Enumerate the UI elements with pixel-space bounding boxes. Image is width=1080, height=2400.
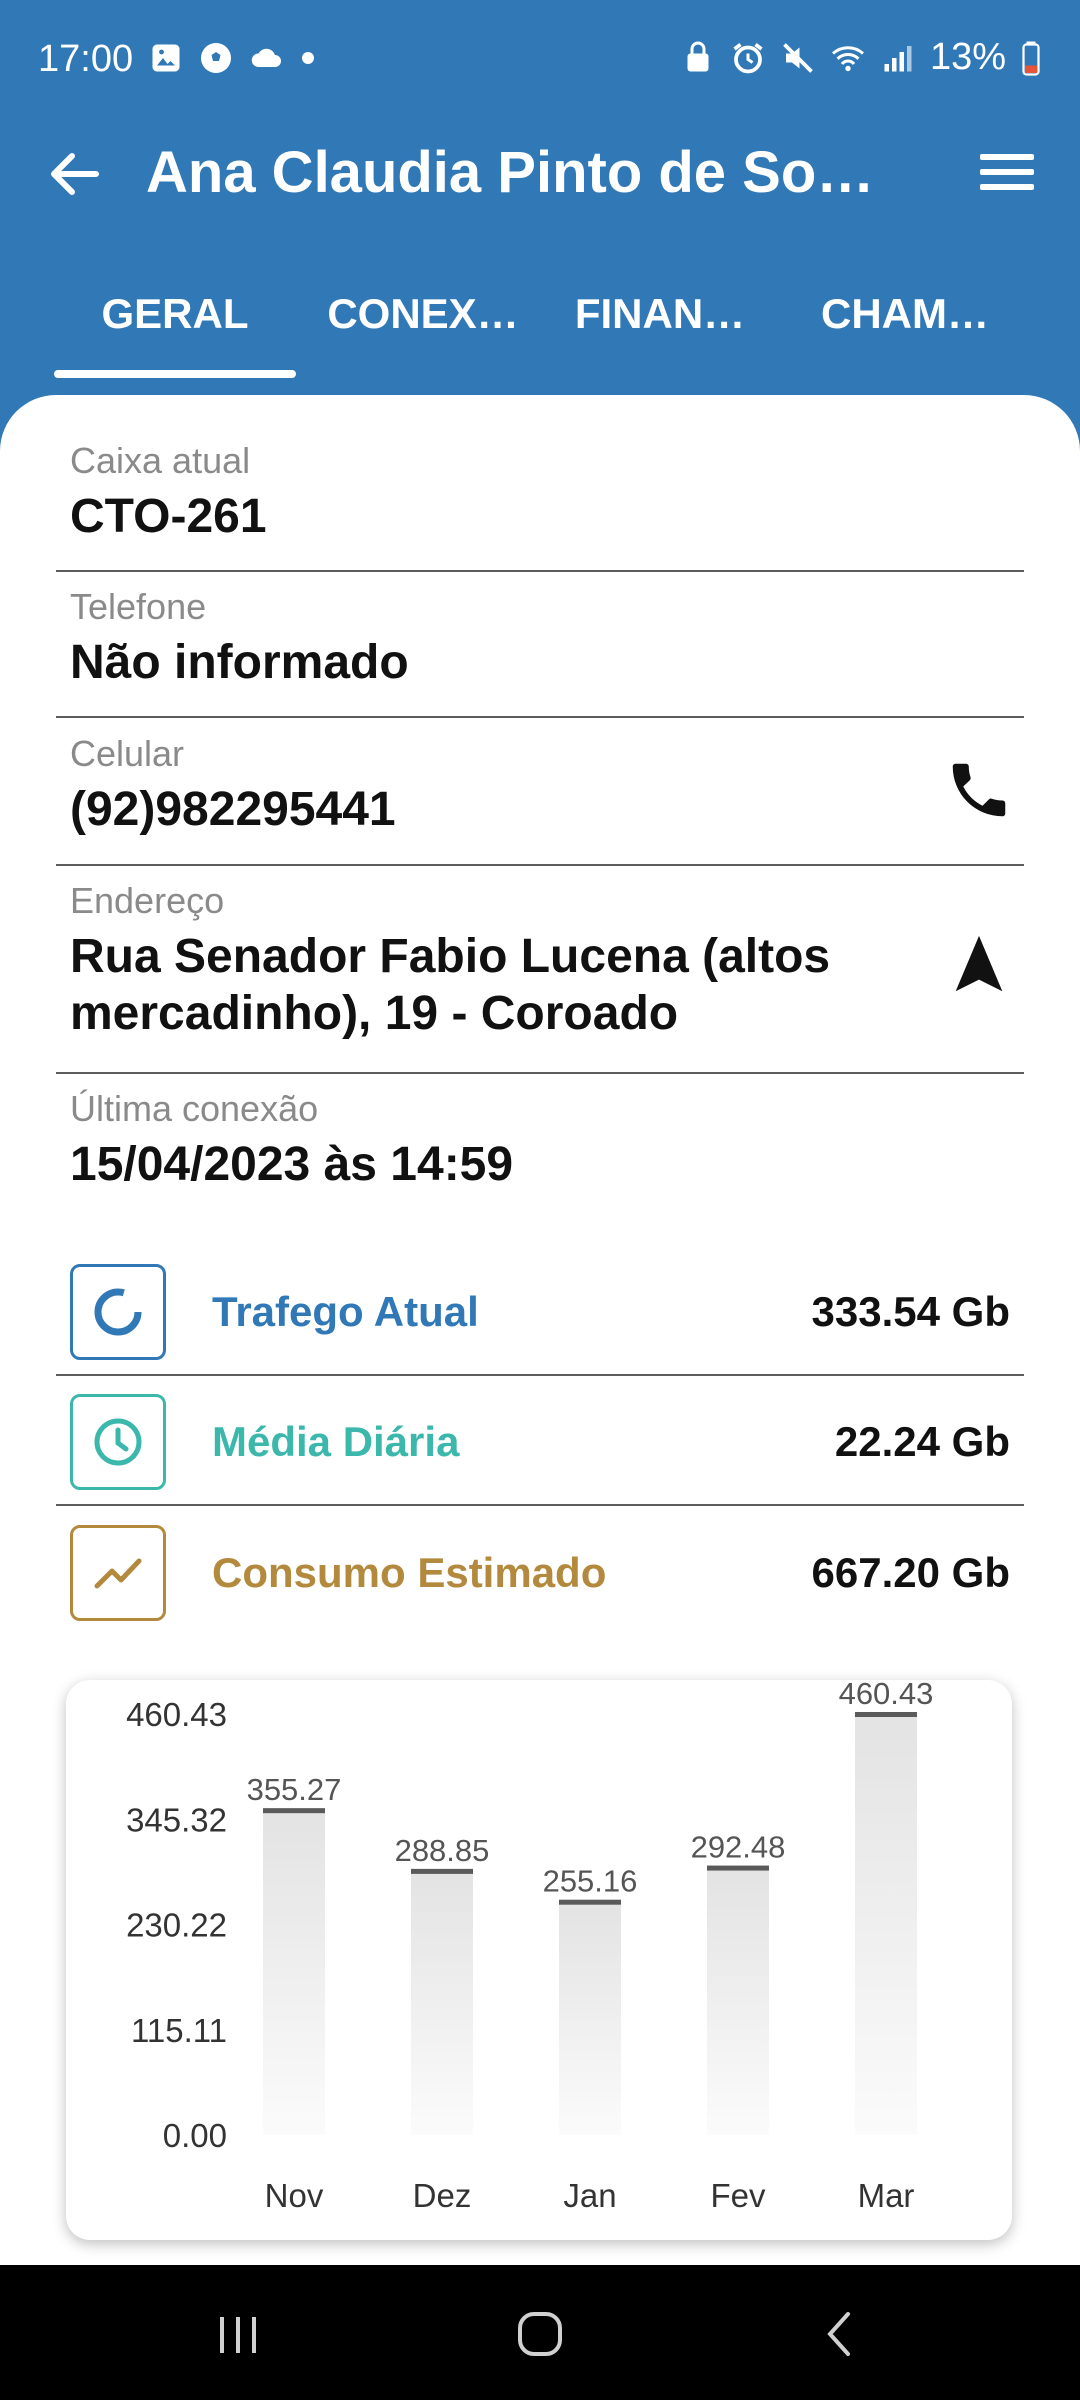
data-label: 288.85	[395, 1833, 490, 1868]
stat-media-diaria: Média Diária 22.24 Gb	[56, 1376, 1024, 1506]
bar-nov	[263, 1810, 325, 2135]
field-label: Última conexão	[70, 1088, 319, 1129]
soccer-ball-icon	[201, 43, 231, 73]
y-tick-label: 0.00	[163, 2117, 227, 2154]
trending-line-icon	[70, 1525, 166, 1621]
field-label: Celular	[70, 733, 185, 774]
donut-chart-icon	[70, 1264, 166, 1360]
bar-cap-mar	[855, 1712, 917, 1717]
y-tick-label: 115.11	[131, 2012, 227, 2049]
field-endereco: Endereço Rua Senador Fabio Lucena (altos…	[56, 880, 1024, 1074]
field-value: (92)982295441	[70, 783, 396, 836]
field-telefone: Telefone Não informado	[56, 586, 1024, 718]
stat-label: Trafego Atual	[212, 1288, 479, 1335]
arrow-left-icon[interactable]	[40, 144, 110, 204]
data-label: 255.16	[543, 1864, 638, 1899]
field-label: Caixa atual	[70, 440, 251, 481]
y-tick-label: 345.32	[126, 1801, 227, 1838]
bar-cap-fev	[707, 1865, 769, 1871]
bar-mar	[855, 1714, 917, 2135]
bar-cap-dez	[411, 1868, 473, 1874]
field-value: Não informado	[70, 636, 409, 689]
tab-financeiro[interactable]: FINAN…	[560, 290, 760, 360]
app-bar: Ana Claudia Pinto de So…	[0, 120, 1080, 220]
field-ultima-conexao: Última conexão 15/04/2023 às 14:59	[56, 1088, 1024, 1208]
consumption-chart-card: 460.43 345.32 230.22 115.11 0.00 355.27 Nov 288…	[66, 1676, 1012, 2240]
field-value: 15/04/2023 às 14:59	[70, 1138, 514, 1191]
x-tick-label: Dez	[413, 2177, 472, 2214]
signal-icon	[884, 45, 912, 71]
clock-icon	[70, 1394, 166, 1490]
dot-icon	[302, 52, 314, 64]
hamburger-menu-icon[interactable]	[972, 142, 1042, 202]
battery-percent: 13%	[929, 36, 1006, 78]
field-value-line1: Rua Senador Fabio Lucena (altos	[70, 930, 831, 983]
cloud-icon	[251, 48, 281, 67]
navigation-arrow-icon[interactable]	[944, 930, 1014, 1000]
data-label: 460.43	[839, 1680, 934, 1711]
x-tick-label: Mar	[858, 2177, 915, 2214]
x-tick-label: Nov	[265, 2177, 324, 2214]
stat-label: Média Diária	[212, 1418, 460, 1465]
data-label: 292.48	[691, 1830, 786, 1865]
stat-consumo-estimado: Consumo Estimado 667.20 Gb	[56, 1507, 1024, 1635]
mute-icon	[783, 42, 813, 73]
stat-label: Consumo Estimado	[212, 1549, 607, 1596]
field-label: Endereço	[70, 880, 225, 921]
field-label: Telefone	[70, 586, 207, 627]
y-tick-label: 460.43	[126, 1696, 227, 1733]
consumption-bar-chart: 460.43 345.32 230.22 115.11 0.00 355.27 Nov 288…	[126, 1676, 934, 2214]
status-time: 17:00	[38, 38, 134, 80]
tab-geral[interactable]: GERAL	[54, 290, 296, 360]
phone-icon[interactable]	[944, 755, 1014, 825]
stat-value: 333.54 Gb	[811, 1288, 1010, 1335]
gallery-icon	[152, 44, 180, 72]
stat-value: 667.20 Gb	[811, 1549, 1010, 1596]
page-title: Ana Claudia Pinto de So…	[146, 140, 875, 205]
field-celular: Celular (92)982295441	[56, 733, 1024, 866]
system-nav-bar	[0, 2265, 1080, 2400]
lock-icon	[687, 41, 709, 71]
field-caixa-atual: Caixa atual CTO-261	[56, 440, 1024, 572]
wifi-icon	[831, 45, 864, 71]
x-tick-label: Jan	[563, 2177, 616, 2214]
bar-cap-jan	[559, 1899, 621, 1905]
stat-value: 22.24 Gb	[834, 1418, 1010, 1465]
bar-jan	[559, 1901, 621, 2135]
tab-conexao[interactable]: CONEX…	[318, 290, 528, 360]
data-label: 355.27	[247, 1772, 342, 1807]
status-bar: 17:00 13%	[0, 0, 1080, 120]
bar-dez	[411, 1870, 473, 2135]
back-icon[interactable]	[802, 2299, 882, 2369]
home-icon[interactable]	[500, 2299, 580, 2369]
alarm-icon	[733, 42, 763, 73]
recent-apps-icon[interactable]	[198, 2299, 278, 2369]
field-value: CTO-261	[70, 490, 267, 543]
bar-cap-nov	[263, 1808, 325, 1814]
bar-fev	[707, 1867, 769, 2135]
tab-indicator	[54, 370, 296, 378]
y-tick-label: 230.22	[126, 1907, 227, 1944]
tab-chamados[interactable]: CHAM…	[800, 290, 1010, 360]
field-value-line2: mercadinho), 19 - Coroado	[70, 987, 679, 1040]
x-tick-label: Fev	[710, 2177, 766, 2214]
battery-icon	[1022, 41, 1040, 76]
stat-trafego-atual: Trafego Atual 333.54 Gb	[56, 1246, 1024, 1376]
tab-bar: GERAL CONEX… FINAN… CHAM…	[0, 270, 1080, 380]
